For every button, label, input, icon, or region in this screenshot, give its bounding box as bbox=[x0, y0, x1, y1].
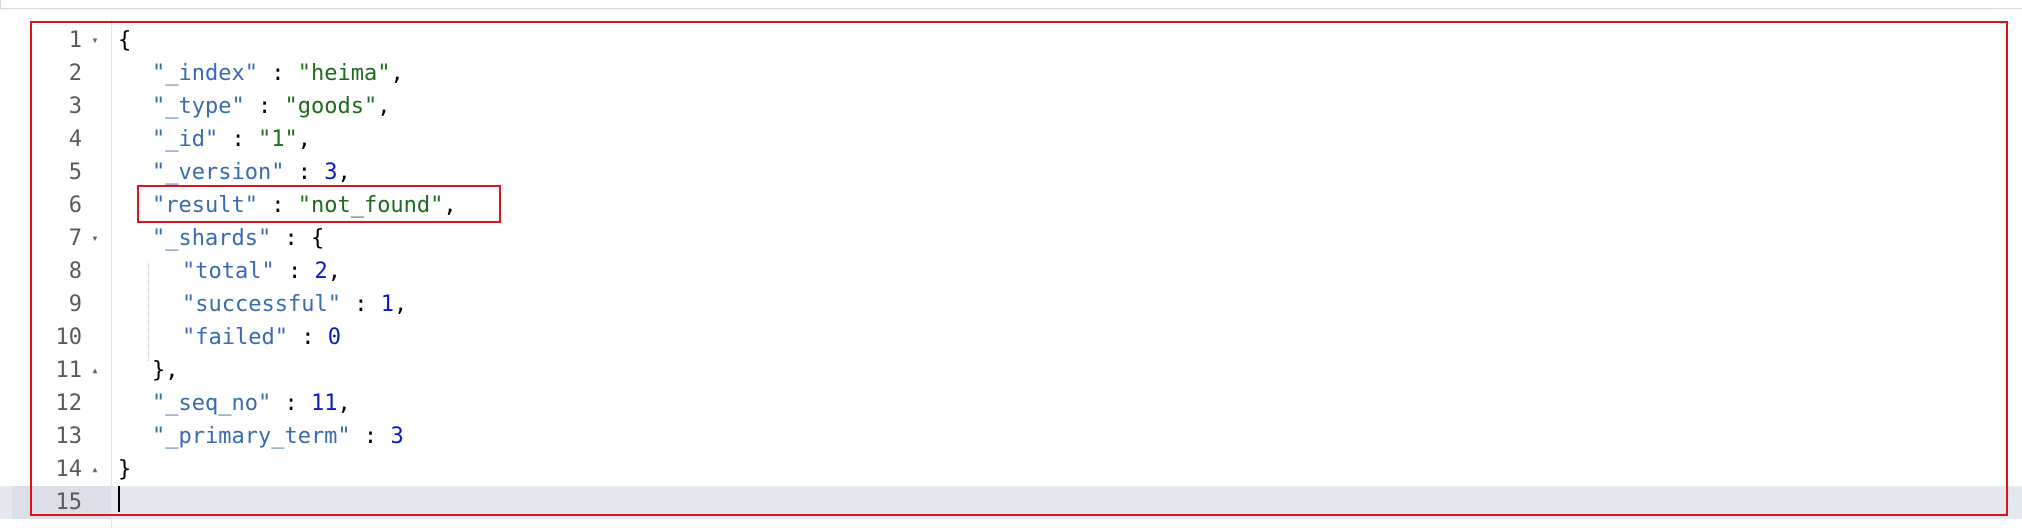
json-response-editor[interactable]: 1 ▾ { 2 "_index" : "heima", 3 "_type" : … bbox=[0, 0, 2022, 528]
top-divider-left bbox=[0, 0, 1, 8]
top-divider bbox=[0, 8, 2022, 9]
result-highlight-box bbox=[137, 185, 501, 223]
annotation-frame bbox=[30, 21, 2008, 516]
